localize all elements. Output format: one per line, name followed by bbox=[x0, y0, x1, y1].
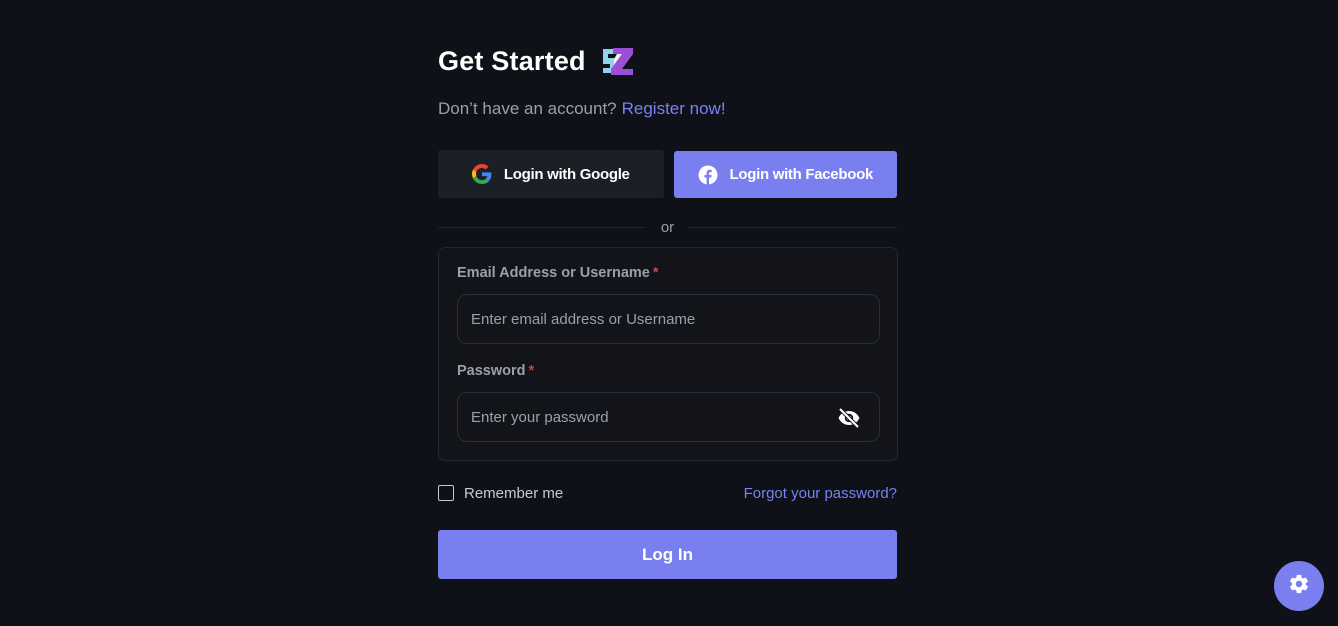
brand-logo bbox=[601, 45, 635, 77]
divider-line-left bbox=[438, 226, 646, 228]
email-field[interactable] bbox=[471, 310, 866, 328]
title-row: Get Started bbox=[438, 40, 897, 82]
register-prompt-text: Don’t have an account? bbox=[438, 99, 617, 118]
register-link[interactable]: Register now! bbox=[622, 99, 726, 119]
login-panel: Get Started Don’t have an account? Regis… bbox=[438, 40, 898, 579]
remember-me[interactable]: Remember me bbox=[438, 485, 563, 502]
gear-icon bbox=[1288, 573, 1310, 600]
login-button[interactable]: Log In bbox=[438, 530, 897, 579]
login-facebook-button[interactable]: Login with Facebook bbox=[673, 151, 897, 198]
password-field-wrapper bbox=[457, 392, 880, 442]
password-label-text: Password bbox=[457, 363, 526, 379]
google-icon bbox=[471, 164, 492, 184]
email-field-wrapper bbox=[457, 294, 880, 344]
login-google-button[interactable]: Login with Google bbox=[438, 150, 664, 198]
remember-checkbox[interactable] bbox=[438, 485, 454, 501]
credentials-card: Email Address or Username* Password* bbox=[438, 247, 898, 461]
settings-button[interactable] bbox=[1274, 561, 1324, 611]
social-login-row: Login with Google Login with Facebook bbox=[438, 150, 897, 198]
email-label-text: Email Address or Username bbox=[457, 265, 650, 281]
login-google-label: Login with Google bbox=[503, 165, 630, 183]
eye-slash-icon[interactable] bbox=[837, 406, 861, 430]
password-label: Password * bbox=[457, 363, 879, 383]
email-label: Email Address or Username * bbox=[457, 265, 879, 285]
register-prompt: Don’t have an account? Register now! bbox=[438, 99, 897, 119]
divider-line-right bbox=[689, 226, 897, 228]
divider-text: or bbox=[660, 218, 675, 236]
facebook-icon bbox=[698, 165, 718, 185]
or-divider: or bbox=[438, 218, 897, 236]
password-field[interactable] bbox=[471, 408, 866, 426]
remember-label: Remember me bbox=[464, 484, 564, 502]
forgot-password-link[interactable]: Forgot your password? bbox=[744, 485, 897, 502]
required-marker: * bbox=[528, 363, 535, 379]
login-options-row: Remember me Forgot your password? bbox=[438, 483, 897, 503]
required-marker: * bbox=[652, 265, 659, 281]
page-title: Get Started bbox=[438, 45, 586, 76]
login-facebook-label: Login with Facebook bbox=[729, 166, 874, 183]
